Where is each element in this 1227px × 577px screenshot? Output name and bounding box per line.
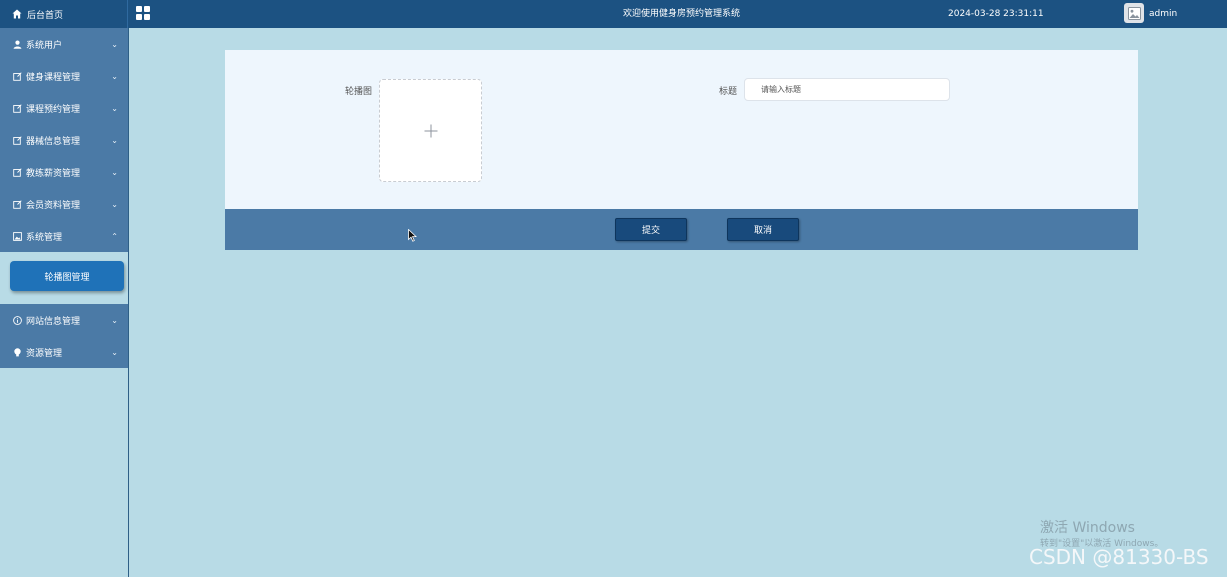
sidebar-item-system-admin[interactable]: 系统管理 ⌃ xyxy=(0,220,128,252)
chevron-down-icon: ⌄ xyxy=(111,135,118,145)
chevron-down-icon: ⌄ xyxy=(111,199,118,209)
plus-icon xyxy=(424,124,437,137)
sidebar-item-bookings[interactable]: 课程预约管理 ⌄ xyxy=(0,92,128,124)
edit-icon xyxy=(12,199,22,209)
submit-button[interactable]: 提交 xyxy=(615,218,687,241)
image-upload[interactable] xyxy=(379,79,482,182)
avatar-icon[interactable] xyxy=(1124,3,1144,23)
image-icon xyxy=(12,231,22,241)
sidebar-item-label: 网站信息管理 xyxy=(26,316,81,327)
sidebar-item-site-info[interactable]: 网站信息管理 ⌄ xyxy=(0,304,128,336)
username[interactable]: admin xyxy=(1149,0,1177,28)
title-field-label: 标题 xyxy=(719,87,738,97)
sidebar-item-equipment[interactable]: 器械信息管理 ⌄ xyxy=(0,124,128,156)
title-input[interactable] xyxy=(744,78,950,101)
edit-icon xyxy=(12,103,22,113)
edit-icon xyxy=(12,71,22,81)
carousel-form: 轮播图 标题 xyxy=(225,50,1138,209)
sidebar-item-members[interactable]: 会员资料管理 ⌄ xyxy=(0,188,128,220)
chevron-down-icon: ⌄ xyxy=(111,71,118,81)
chevron-up-icon: ⌃ xyxy=(111,231,118,241)
home-link-label: 后台首页 xyxy=(27,10,64,21)
action-bar: 提交 取消 xyxy=(225,209,1138,250)
top-bar: 后台首页 欢迎使用健身房预约管理系统 2024-03-28 23:31:11 a… xyxy=(0,0,1227,28)
system-admin-submenu: 轮播图管理 xyxy=(0,252,128,304)
edit-icon xyxy=(12,167,22,177)
grid-icon[interactable] xyxy=(136,6,150,20)
sidebar-item-label: 课程预约管理 xyxy=(26,104,81,115)
sidebar-item-label: 资源管理 xyxy=(26,348,63,359)
cancel-button[interactable]: 取消 xyxy=(727,218,799,241)
bulb-icon xyxy=(12,347,22,357)
image-field-label: 轮播图 xyxy=(345,87,373,97)
chevron-down-icon: ⌄ xyxy=(111,39,118,49)
sidebar-menu-lower: 网站信息管理 ⌄ 资源管理 ⌄ xyxy=(0,304,128,368)
edit-icon xyxy=(12,135,22,145)
sidebar-item-resources[interactable]: 资源管理 ⌄ xyxy=(0,336,128,368)
chevron-down-icon: ⌄ xyxy=(111,347,118,357)
sidebar-item-label: 系统用户 xyxy=(26,40,63,51)
chevron-down-icon: ⌄ xyxy=(111,315,118,325)
chevron-down-icon: ⌄ xyxy=(111,167,118,177)
sidebar-item-courses[interactable]: 健身课程管理 ⌄ xyxy=(0,60,128,92)
sidebar-item-label: 系统管理 xyxy=(26,232,63,243)
home-icon xyxy=(12,9,22,19)
mouse-cursor-icon xyxy=(408,227,418,246)
sidebar-item-coach-salary[interactable]: 教练薪资管理 ⌄ xyxy=(0,156,128,188)
sidebar-menu: 系统用户 ⌄ 健身课程管理 ⌄ 课程预约管理 ⌄ 器械信息管理 ⌄ 教练薪资管理… xyxy=(0,28,128,252)
sidebar-subitem-carousel[interactable]: 轮播图管理 xyxy=(10,261,124,291)
sidebar-item-label: 健身课程管理 xyxy=(26,72,81,83)
datetime-display: 2024-03-28 23:31:11 xyxy=(948,9,1044,19)
user-icon xyxy=(12,39,22,49)
sidebar-item-label: 教练薪资管理 xyxy=(26,168,81,179)
sidebar-item-label: 会员资料管理 xyxy=(26,200,81,211)
sidebar-item-label: 器械信息管理 xyxy=(26,136,81,147)
sidebar-item-system-users[interactable]: 系统用户 ⌄ xyxy=(0,28,128,60)
chevron-down-icon: ⌄ xyxy=(111,103,118,113)
home-link[interactable]: 后台首页 xyxy=(0,0,128,28)
info-icon xyxy=(12,315,22,325)
windows-activation-title: 激活 Windows xyxy=(1040,520,1135,536)
sidebar: 系统用户 ⌄ 健身课程管理 ⌄ 课程预约管理 ⌄ 器械信息管理 ⌄ 教练薪资管理… xyxy=(0,28,129,577)
csdn-watermark: CSDN @81330-BS xyxy=(1029,545,1209,569)
